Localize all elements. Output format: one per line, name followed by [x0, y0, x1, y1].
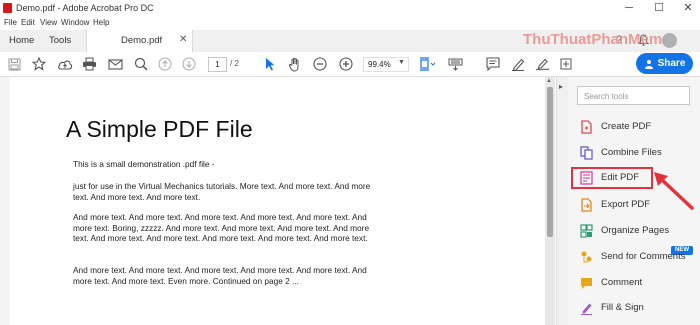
menu-bar: File Edit View Window Help	[0, 17, 700, 30]
fill-sign-icon	[581, 303, 592, 315]
tab-tools[interactable]: Tools	[49, 30, 71, 52]
share-icon	[644, 59, 653, 69]
save-icon[interactable]	[6, 55, 22, 73]
acrobat-app-icon	[3, 3, 12, 13]
select-cursor-icon[interactable]	[262, 55, 278, 73]
menu-edit[interactable]: Edit	[21, 18, 35, 27]
scroll-up-icon[interactable]: ▲	[546, 78, 552, 84]
red-arrow-annotation	[654, 172, 694, 210]
keyboard-icon[interactable]	[446, 55, 464, 73]
toolbar: 1 / 2 99.4% ▼	[0, 52, 700, 77]
menu-window[interactable]: Window	[61, 18, 89, 27]
edit-pdf-highlight	[571, 167, 653, 189]
document-paragraph: And more text. And more text. And more t…	[73, 212, 370, 243]
tool-label: Comment	[601, 277, 643, 288]
share-button[interactable]: Share	[636, 53, 693, 74]
minimize-button[interactable]: ─	[620, 1, 638, 15]
prev-page-icon[interactable]	[157, 55, 173, 73]
tool-label: Organize Pages	[601, 225, 670, 236]
close-tab-icon[interactable]: ✕	[179, 34, 187, 45]
zoom-search-icon[interactable]	[132, 55, 150, 73]
zoom-out-icon[interactable]	[312, 55, 328, 73]
share-label: Share	[657, 58, 686, 69]
export-pdf-icon	[581, 198, 592, 212]
organize-pages-icon	[580, 224, 593, 238]
watermark: ThuThuatPhanMem	[523, 31, 663, 48]
tab-home[interactable]: Home	[9, 30, 34, 52]
zoom-dropdown-icon[interactable]: ▼	[398, 59, 405, 66]
send-comments-icon	[581, 251, 592, 263]
document-tab-label: Demo.pdf	[121, 35, 163, 46]
search-tools-input[interactable]: Search tools	[577, 86, 690, 105]
document-viewport[interactable]: A Simple PDF File This is a small demons…	[10, 77, 555, 325]
upload-icon[interactable]	[56, 55, 74, 73]
tool-comment[interactable]: Comment	[574, 273, 692, 293]
tool-combine-files[interactable]: Combine Files	[574, 143, 692, 163]
close-window-button[interactable]: ✕	[679, 1, 697, 15]
tool-organize-pages[interactable]: Organize Pages	[574, 221, 692, 241]
fit-page-icon[interactable]	[417, 55, 437, 73]
tool-fill-sign[interactable]: Fill & Sign	[574, 298, 692, 318]
next-page-icon[interactable]	[181, 55, 197, 73]
page-number-input[interactable]: 1	[208, 57, 227, 72]
menu-file[interactable]: File	[4, 18, 17, 27]
page-total: / 2	[230, 59, 239, 68]
comment-icon[interactable]	[485, 55, 501, 73]
document-title: A Simple PDF File	[66, 116, 253, 142]
comment-tool-icon	[581, 278, 592, 289]
maximize-button[interactable]: ☐	[650, 1, 668, 15]
hand-icon[interactable]	[286, 55, 304, 73]
tool-label: Fill & Sign	[601, 302, 644, 313]
print-icon[interactable]	[80, 55, 98, 73]
star-icon[interactable]	[31, 55, 47, 73]
left-gutter	[0, 77, 10, 325]
document-paragraph: just for use in the Virtual Mechanics tu…	[73, 181, 371, 202]
window-title: Demo.pdf - Adobe Acrobat Pro DC	[16, 3, 154, 13]
user-avatar[interactable]	[662, 33, 677, 48]
highlight-pen-icon[interactable]	[510, 55, 526, 73]
tab-document[interactable]: Demo.pdf ✕	[86, 30, 193, 52]
menu-help[interactable]: Help	[93, 18, 109, 27]
document-paragraph: This is a small demonstration .pdf file …	[73, 159, 215, 169]
scrollbar-thumb[interactable]	[547, 87, 553, 237]
tool-label: Send for Comments	[601, 251, 686, 262]
email-icon[interactable]	[106, 55, 124, 73]
combine-files-icon	[580, 146, 593, 160]
title-bar: Demo.pdf - Adobe Acrobat Pro DC ─ ☐ ✕	[0, 0, 700, 17]
tool-label: Create PDF	[601, 121, 652, 132]
collapse-pane-icon[interactable]: ▸	[559, 82, 563, 91]
tool-label: Export PDF	[601, 199, 651, 210]
zoom-in-icon[interactable]	[338, 55, 354, 73]
tool-label: Combine Files	[601, 147, 662, 158]
tool-create-pdf[interactable]: Create PDF	[574, 117, 692, 137]
menu-view[interactable]: View	[40, 18, 57, 27]
create-pdf-icon	[581, 120, 592, 134]
document-paragraph: And more text. And more text. And more t…	[73, 265, 367, 286]
tool-send-for-comments[interactable]: Send for Comments	[574, 247, 692, 267]
more-tools-icon[interactable]	[558, 55, 574, 73]
sign-icon[interactable]	[534, 55, 550, 73]
